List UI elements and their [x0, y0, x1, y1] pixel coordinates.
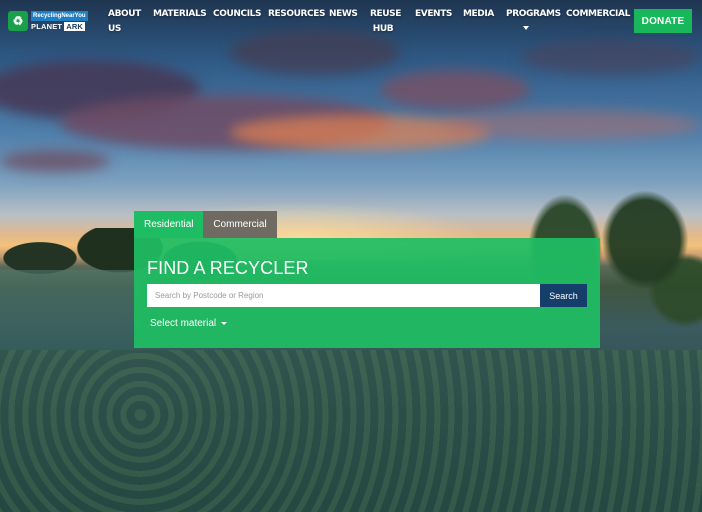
chevron-down-icon [221, 322, 228, 325]
logo-top-text: RecyclingNearYou [31, 11, 88, 21]
nav-item-news[interactable]: NEWS [329, 7, 358, 22]
panel-title: FIND A RECYCLER [147, 258, 309, 278]
nav-label: ABOUT [108, 9, 141, 19]
nav-item-media[interactable]: MEDIA [463, 7, 494, 22]
nav-label: REUSE [370, 9, 402, 19]
nav-item-councils[interactable]: COUNCILS [213, 7, 261, 22]
nav-label: HUB [372, 24, 394, 34]
nav-label: PROGRAMS [506, 9, 561, 19]
water [0, 270, 140, 360]
recycle-icon: ♻ [8, 11, 28, 31]
logo-planet-text: PLANET [31, 22, 63, 31]
finder-tabs: Residential Commercial [134, 211, 277, 238]
cloud [440, 110, 700, 140]
logo-bottom-text: PLANET ARK [31, 22, 88, 31]
tab-commercial[interactable]: Commercial [203, 211, 277, 238]
chevron-down-icon [523, 26, 529, 30]
nav-item-commercial[interactable]: COMMERCIAL [566, 7, 630, 22]
site-logo[interactable]: ♻ RecyclingNearYou PLANET ARK [8, 10, 88, 32]
cloud [380, 70, 530, 110]
find-recycler-panel: FIND A RECYCLER Search Select material [134, 238, 600, 348]
nav-item-about-us[interactable]: ABOUT US [108, 7, 141, 37]
postcode-search-input[interactable] [147, 284, 540, 307]
tab-residential[interactable]: Residential [134, 211, 203, 238]
nav-item-programs[interactable]: PROGRAMS [506, 7, 561, 30]
nav-label: US [108, 24, 121, 34]
top-navigation: ♻ RecyclingNearYou PLANET ARK ABOUT US M… [0, 0, 702, 44]
lily-pads [0, 350, 702, 512]
search-button[interactable]: Search [540, 284, 587, 307]
select-material-dropdown[interactable]: Select material [150, 318, 228, 329]
cloud [520, 40, 700, 75]
nav-item-events[interactable]: EVENTS [415, 7, 452, 22]
nav-item-resources[interactable]: RESOURCES [268, 7, 325, 22]
select-material-label: Select material [150, 318, 217, 329]
logo-ark-text: ARK [64, 22, 86, 31]
nav-item-reuse-hub[interactable]: REUSE HUB [370, 7, 401, 37]
cloud [0, 150, 110, 172]
nav-item-materials[interactable]: MATERIALS [153, 7, 207, 22]
donate-button[interactable]: DONATE [634, 9, 692, 33]
logo-text: RecyclingNearYou PLANET ARK [31, 11, 88, 31]
